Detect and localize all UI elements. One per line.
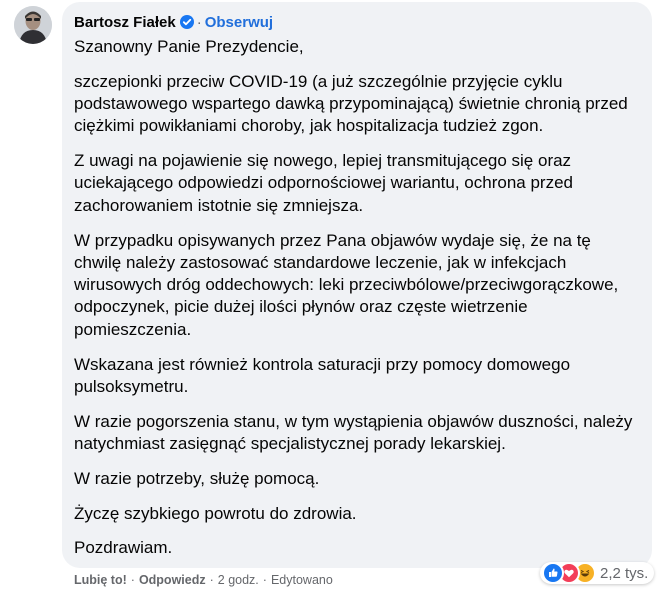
reply-button[interactable]: Odpowiedz	[139, 573, 206, 587]
edited-label[interactable]: Edytowano	[271, 573, 333, 587]
comment-paragraph: szczepionki przeciw COVID-19 (a już szcz…	[74, 71, 628, 136]
comment-header: Bartosz Fiałek · Obserwuj	[74, 14, 273, 34]
comment-paragraph: Życzę szybkiego powrotu do zdrowia.	[74, 503, 357, 523]
verified-badge-icon	[179, 15, 194, 34]
header-separator: ·	[196, 14, 202, 31]
comment-paragraph: Pozdrawiam.	[74, 538, 173, 558]
comment-paragraph: Szanowny Panie Prezydencie,	[74, 37, 304, 56]
comment-timestamp[interactable]: 2 godz.	[218, 573, 259, 587]
comment-paragraph: Wskazana jest również kontrola saturacji…	[74, 354, 571, 396]
action-separator: ·	[262, 573, 267, 587]
comment-paragraph: W razie potrzeby, służę pomocą.	[74, 468, 320, 488]
author-name[interactable]: Bartosz Fiałek	[74, 14, 176, 31]
comment-paragraph: W razie pogorszenia stanu, w tym wystąpi…	[74, 411, 633, 453]
comment-text: Szanowny Panie Prezydencie, szczepionki …	[74, 36, 640, 572]
comment-paragraph: W przypadku opisywanych przez Pana objaw…	[74, 230, 619, 339]
action-separator: ·	[130, 573, 135, 587]
reactions-summary[interactable]: 2,2 tys.	[540, 562, 655, 584]
comment-bubble: Bartosz Fiałek · Obserwuj Szanowny Panie P…	[62, 2, 652, 568]
reactions-count: 2,2 tys.	[600, 564, 649, 582]
like-icon	[542, 562, 564, 584]
like-button[interactable]: Lubię to!	[74, 573, 127, 587]
comment-paragraph: Z uwagi na pojawienie się nowego, lepiej…	[74, 151, 573, 215]
profile-photo	[14, 6, 52, 44]
avatar[interactable]	[14, 6, 52, 44]
follow-button[interactable]: Obserwuj	[205, 14, 273, 31]
comment-actions: Lubię to! · Odpowiedz · 2 godz. · Edytowano	[74, 573, 333, 587]
action-separator: ·	[209, 573, 214, 587]
